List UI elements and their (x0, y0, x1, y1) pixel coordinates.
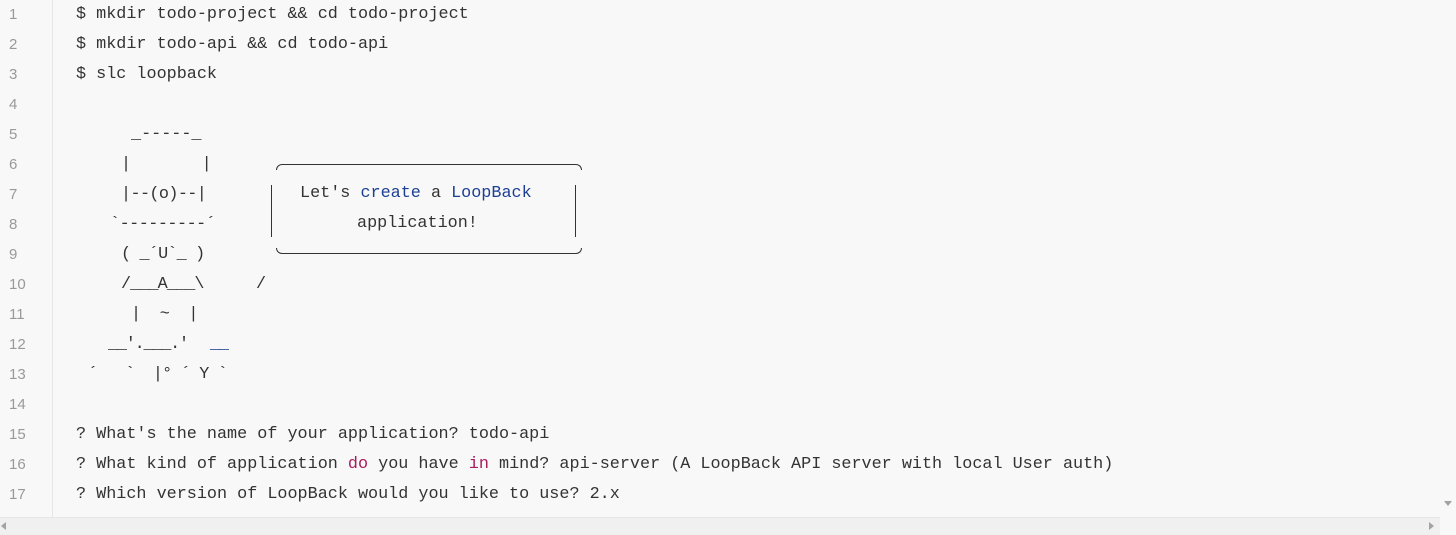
scroll-right-icon[interactable] (1429, 522, 1434, 530)
horizontal-scrollbar[interactable] (0, 517, 1440, 535)
ascii-art-line: __'.___.' (108, 335, 189, 354)
ascii-art-line: | ~ | (131, 305, 199, 324)
scrollbar-corner (1440, 517, 1456, 535)
ascii-art-line: ´ ` |° ´ Y ` (88, 365, 228, 384)
keyword-in: in (468, 455, 489, 474)
box-top-border (276, 164, 582, 170)
greeting-line-2: application! (357, 214, 478, 233)
code-line-mkdir-api: $ mkdir todo-api && cd todo-api (76, 35, 389, 54)
ascii-art-line: `---------´ (110, 215, 216, 234)
ascii-art-line: | | (121, 155, 212, 174)
keyword-do: do (347, 455, 369, 474)
greeting-text: Let's (300, 184, 361, 203)
scroll-left-icon[interactable] (1, 522, 6, 530)
scroll-down-icon[interactable] (1444, 501, 1452, 506)
ascii-art-line: ( _´U`_ ) (121, 245, 205, 264)
box-left-border (271, 215, 272, 237)
scrollbar-thumb[interactable] (9, 522, 1423, 531)
box-bottom-border (276, 248, 582, 254)
prompt-text: you have (368, 455, 469, 474)
vertical-scrollbar[interactable] (1440, 0, 1456, 517)
prompt-app-kind: ? What kind of application do you have i… (76, 450, 1113, 480)
code-line-slc-loopback: $ slc loopback (76, 65, 217, 84)
prompt-text: ? What kind of application (76, 455, 348, 474)
greeting-text-create: create (360, 184, 421, 203)
greeting-text: a (420, 184, 452, 203)
box-right-border (575, 215, 576, 237)
prompt-text: mind? api-server (A LoopBack API server … (488, 455, 1114, 474)
ascii-art-line: |--(o)--| (121, 185, 207, 204)
greeting-speech-box: Let's create a LoopBack application! (270, 164, 586, 254)
ascii-art-line: _-----_ (131, 125, 202, 144)
ascii-art-line: / (256, 275, 267, 294)
prompt-app-name: ? What's the name of your application? t… (76, 425, 550, 444)
greeting-text-loopback: LoopBack (451, 184, 532, 203)
code-content[interactable]: $ mkdir todo-project && cd todo-project … (0, 0, 1440, 517)
ascii-art-line: __ (210, 335, 229, 354)
greeting-line-1: Let's create a LoopBack (300, 179, 532, 209)
code-viewer: 1 2 3 4 5 6 7 8 9 10 11 12 13 14 15 16 1… (0, 0, 1456, 535)
code-line-mkdir-project: $ mkdir todo-project && cd todo-project (76, 5, 469, 24)
prompt-loopback-version: ? Which version of LoopBack would you li… (76, 485, 620, 504)
ascii-art-line: /___A___\ (121, 275, 204, 294)
